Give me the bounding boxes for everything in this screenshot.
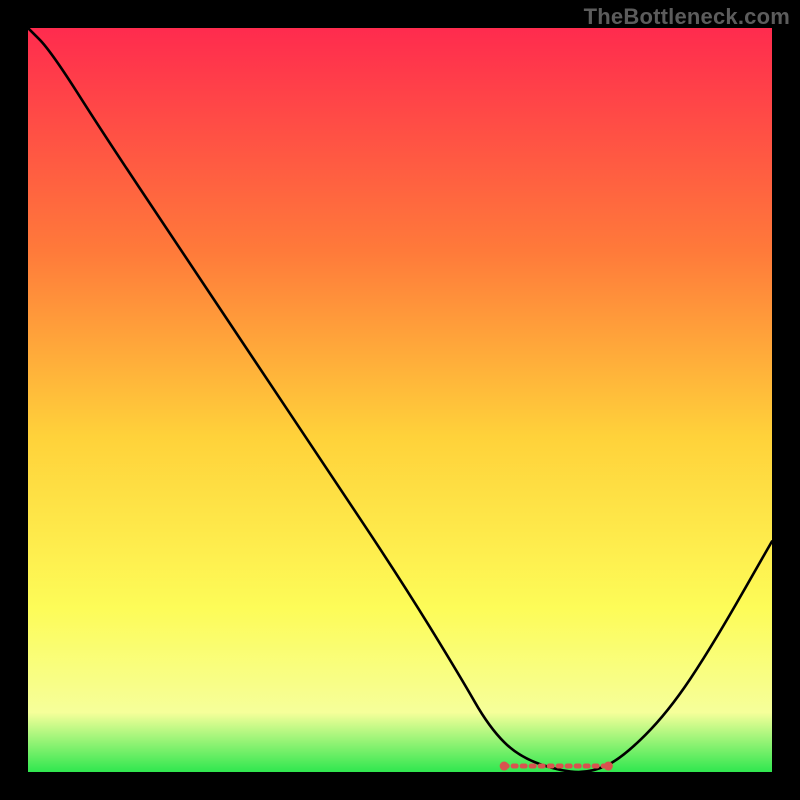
bottleneck-chart — [28, 28, 772, 772]
flat-region-end-dot — [604, 762, 613, 771]
flat-region-start-dot — [500, 762, 509, 771]
plot-area — [28, 28, 772, 772]
chart-frame: { "watermark": "TheBottleneck.com", "col… — [0, 0, 800, 800]
gradient-background — [28, 28, 772, 772]
watermark-text: TheBottleneck.com — [584, 4, 790, 30]
